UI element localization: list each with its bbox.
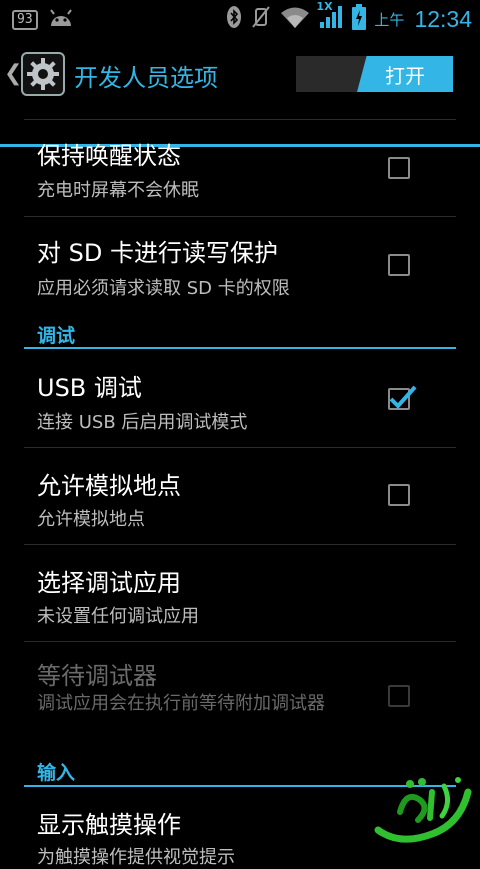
switch-label: 打开	[385, 63, 425, 88]
pref-title: 保持唤醒状态	[37, 142, 181, 170]
pref-summary: 未设置任何调试应用	[37, 606, 199, 627]
pref-title: USB 调试	[37, 374, 142, 402]
battery-charging-icon	[352, 4, 367, 34]
wait-debugger-checkbox	[388, 685, 410, 707]
up-caret-icon[interactable]: ❮	[4, 61, 22, 86]
notification-count-icon: 93	[12, 10, 38, 30]
pref-usb-debugging[interactable]: USB 调试 连接 USB 后启用调试模式	[0, 350, 480, 447]
watermark-logo	[370, 772, 474, 846]
status-left: 93	[12, 8, 74, 32]
category-debugging: 调试	[0, 314, 480, 350]
pref-wait-debugger: 等待调试器 调试应用会在执行前等待附加调试器	[0, 642, 480, 755]
pref-stay-awake[interactable]: 保持唤醒状态 充电时屏幕不会休眠	[0, 120, 480, 216]
pref-protect-sd[interactable]: 对 SD 卡进行读写保护 应用必须请求读取 SD 卡的权限	[0, 217, 480, 314]
pref-summary: 允许模拟地点	[37, 509, 145, 530]
usb-debugging-checkbox[interactable]	[388, 385, 417, 410]
pref-summary: 连接 USB 后启用调试模式	[37, 412, 248, 433]
android-icon	[48, 8, 74, 32]
switch-thumb: 打开	[357, 56, 453, 92]
bluetooth-icon	[226, 5, 242, 33]
category-label: 调试	[37, 325, 76, 347]
developer-options-switch[interactable]: 打开	[296, 56, 453, 92]
pref-title: 对 SD 卡进行读写保护	[37, 239, 278, 267]
pref-title: 允许模拟地点	[37, 472, 181, 500]
pref-debug-app[interactable]: 选择调试应用 未设置任何调试应用	[0, 545, 480, 641]
network-type-label: 1X	[316, 0, 333, 13]
mock-location-checkbox[interactable]	[388, 484, 410, 506]
vibrate-off-icon	[250, 5, 272, 33]
page-title: 开发人员选项	[74, 64, 218, 92]
settings-gear-icon[interactable]	[21, 52, 65, 96]
pref-summary: 充电时屏幕不会休眠	[37, 180, 199, 201]
wifi-icon	[280, 5, 310, 33]
pref-title: 显示触摸操作	[37, 811, 181, 839]
stay-awake-checkbox[interactable]	[388, 157, 410, 179]
checkmark-icon	[389, 385, 417, 409]
pref-summary: 应用必须请求读取 SD 卡的权限	[37, 278, 290, 299]
pref-mock-location[interactable]: 允许模拟地点 允许模拟地点	[0, 448, 480, 544]
pref-title: 等待调试器	[37, 662, 157, 690]
protect-sd-checkbox[interactable]	[388, 254, 410, 276]
status-bar: 93 1X 上午 12:34	[0, 0, 480, 38]
clock: 12:34	[414, 5, 472, 32]
pref-title: 选择调试应用	[37, 569, 181, 597]
ampm-label: 上午	[374, 10, 405, 29]
pref-summary: 调试应用会在执行前等待附加调试器	[37, 693, 325, 714]
category-line	[24, 347, 456, 349]
status-right: 1X 上午 12:34	[226, 0, 472, 34]
pref-summary: 为触摸操作提供视觉提示	[37, 847, 235, 868]
action-bar: ❮ 开发人员选项 打开	[0, 38, 480, 147]
signal-icon: 1X	[316, 0, 344, 34]
category-label: 输入	[37, 762, 76, 784]
